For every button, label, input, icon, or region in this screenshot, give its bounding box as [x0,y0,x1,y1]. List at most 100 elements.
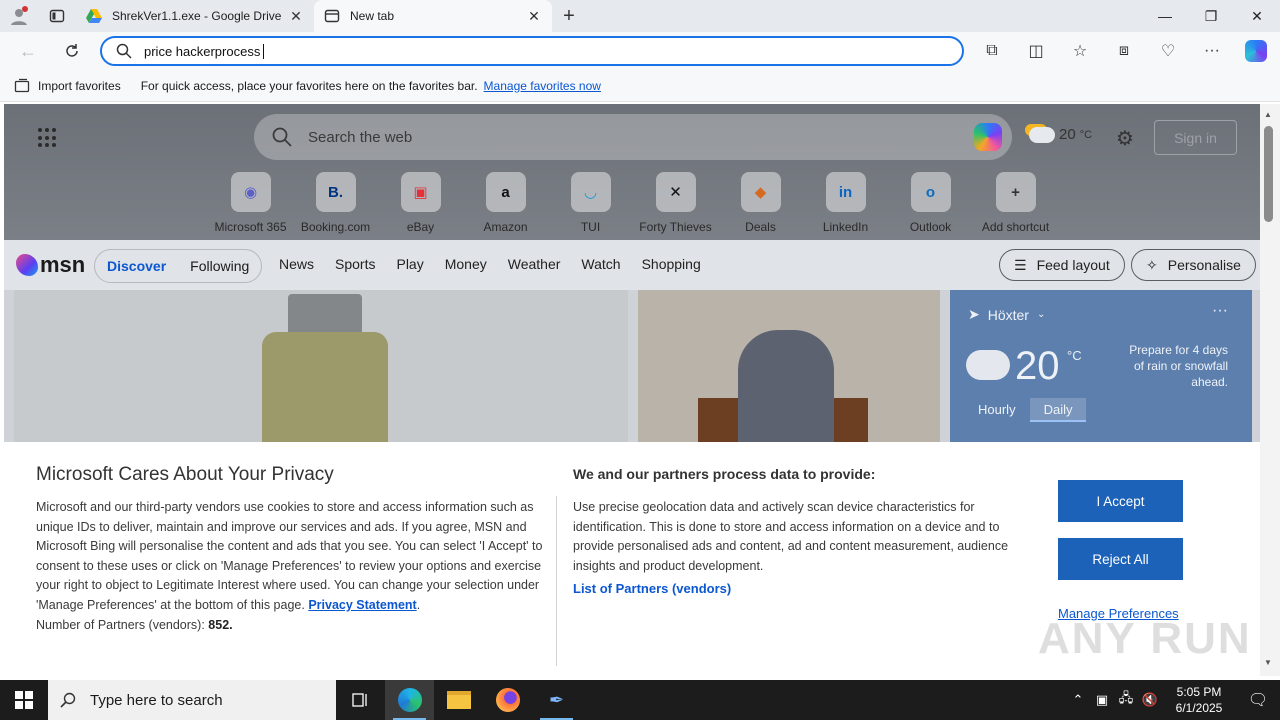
list-of-partners-link[interactable]: List of Partners (vendors) [573,581,731,596]
accept-button[interactable]: I Accept [1058,480,1183,522]
network-icon[interactable]: 🖧 [1114,689,1138,711]
weather-forecast-text[interactable]: Prepare for 4 days of rain or snowfall a… [1120,342,1228,390]
scroll-down-icon[interactable]: ▼ [1264,658,1272,667]
nav-news[interactable]: News [279,256,314,272]
copilot-icon[interactable] [974,123,1002,151]
chevron-up-icon[interactable]: ⌃ [1066,692,1090,708]
shortcut-tile[interactable]: a Amazon [463,172,548,234]
pen-app-icon[interactable]: ✒ [532,680,581,720]
shortcut-label: LinkedIn [822,220,869,234]
scroll-up-icon[interactable]: ▲ [1264,110,1272,119]
news-card-perfume[interactable] [14,290,628,450]
nav-sports[interactable]: Sports [335,256,375,272]
taskbar-search-placeholder: Type here to search [90,691,223,709]
import-favorites-button[interactable]: Import favorites [14,78,121,94]
apps-launcher-icon[interactable] [38,128,58,148]
more-icon[interactable]: ··· [1212,302,1228,320]
reject-all-button[interactable]: Reject All [1058,538,1183,580]
tab-actions-icon[interactable] [38,0,76,32]
notifications-icon[interactable]: 🗨 [1236,690,1280,710]
nav-money[interactable]: Money [445,256,487,272]
favorites-bar: Import favorites For quick access, place… [0,70,1280,102]
tab-new-tab[interactable]: New tab ✕ [314,0,552,32]
back-button[interactable]: ← [9,35,47,67]
new-tab-button[interactable]: + [552,0,586,32]
address-bar[interactable]: price hackerprocess [100,36,964,66]
shortcut-tile[interactable]: + Add shortcut [973,172,1058,234]
sign-in-button[interactable]: Sign in [1154,120,1237,155]
web-search-box[interactable]: Search the web [254,114,1012,160]
restore-icon[interactable]: ❐ [1188,0,1234,32]
msn-butterfly-icon [16,254,38,276]
msn-logo-text: msn [40,252,86,277]
shortcut-label: TUI [580,220,601,234]
weather-temp: 20 [1059,126,1076,143]
partly-cloudy-icon [1029,126,1055,143]
manage-favorites-link[interactable]: Manage favorites now [484,79,601,93]
text-caret [263,43,265,59]
personalise-button[interactable]: ✧ Personalise [1131,249,1256,281]
msn-logo[interactable]: msn [16,252,85,278]
scrollbar-thumb[interactable] [1264,126,1273,222]
news-card-office[interactable] [638,290,940,450]
page-scrollbar[interactable]: ▲ ▼ [1260,104,1280,676]
close-tab-icon[interactable]: ✕ [526,8,542,25]
profile-icon[interactable] [0,0,38,32]
nav-shopping[interactable]: Shopping [642,256,701,272]
task-view-icon[interactable] [336,680,385,720]
address-input-value[interactable]: price hackerprocess [144,44,260,59]
weather-card-temp: 20 [1015,344,1060,388]
shortcut-tile[interactable]: B. Booking.com [293,172,378,234]
partners-label: Number of Partners (vendors): [36,617,205,632]
feed-layout-button[interactable]: ☰ Feed layout [999,249,1125,281]
shortcut-tile[interactable]: ◆ Deals [718,172,803,234]
file-explorer-icon[interactable] [434,680,483,720]
shortcut-tile[interactable]: o Outlook [888,172,973,234]
tab-daily[interactable]: Daily [1029,398,1087,422]
split-screen-icon[interactable]: ◫ [1014,35,1058,67]
extensions-icon[interactable]: ⧉ [970,35,1014,67]
firefox-icon[interactable] [483,680,532,720]
feed-toggle: Discover Following [94,249,263,283]
forty-thieves-icon: ✕ [655,172,696,212]
favorites-star-icon[interactable]: ☆ [1058,35,1102,67]
tab-google-drive[interactable]: ShrekVer1.1.exe - Google Drive ✕ [76,0,314,32]
settings-gear-icon[interactable]: ⚙ [1116,126,1134,151]
new-tab-hero: Search the web 20 °C ⚙ Sign in ◉ Microsoft… [4,104,1260,240]
shortcut-tile[interactable]: ◡ TUI [548,172,633,234]
personalise-label: Personalise [1167,257,1241,273]
shortcut-label: Forty Thieves [639,220,712,234]
tab-hourly[interactable]: Hourly [964,398,1030,422]
tab-following[interactable]: Following [190,258,249,274]
nav-watch[interactable]: Watch [581,256,620,272]
shortcut-tile[interactable]: ◉ Microsoft 365 [208,172,293,234]
device-icon[interactable]: ▣ [1090,692,1114,708]
close-window-icon[interactable]: ✕ [1234,0,1280,32]
browser-essentials-icon[interactable]: ♡ [1146,35,1190,67]
copilot-icon[interactable] [1234,35,1278,67]
shortcut-tile[interactable]: ✕ Forty Thieves [633,172,718,234]
nav-weather[interactable]: Weather [508,256,561,272]
close-tab-icon[interactable]: ✕ [288,8,304,25]
volume-mute-icon[interactable]: 🔇 [1138,692,1162,708]
collections-icon[interactable]: ⧈ [1102,35,1146,67]
weather-card[interactable]: ➤ Höxter ⌄ ··· 20 °C Prepare for 4 days … [950,290,1252,450]
search-icon [272,127,292,147]
tui-icon: ◡ [570,172,611,212]
taskbar-search[interactable]: Type here to search [48,680,336,720]
shortcut-tile[interactable]: in LinkedIn [803,172,888,234]
refresh-button[interactable] [53,35,91,67]
clock[interactable]: 5:05 PM 6/1/2025 [1162,684,1236,716]
weather-widget[interactable]: 20 °C [1029,126,1092,143]
privacy-statement-link[interactable]: Privacy Statement [308,598,416,612]
shortcut-tile[interactable]: ▣ eBay [378,172,463,234]
minimize-icon[interactable]: — [1142,0,1188,32]
shortcut-label: Amazon [483,220,528,234]
feed-layout-label: Feed layout [1036,257,1110,273]
start-button[interactable] [0,680,48,720]
nav-play[interactable]: Play [396,256,423,272]
more-options-icon[interactable]: ··· [1190,35,1234,67]
weather-location[interactable]: ➤ Höxter ⌄ [968,306,1045,323]
edge-taskbar-icon[interactable] [385,680,434,720]
tab-discover[interactable]: Discover [107,258,166,274]
